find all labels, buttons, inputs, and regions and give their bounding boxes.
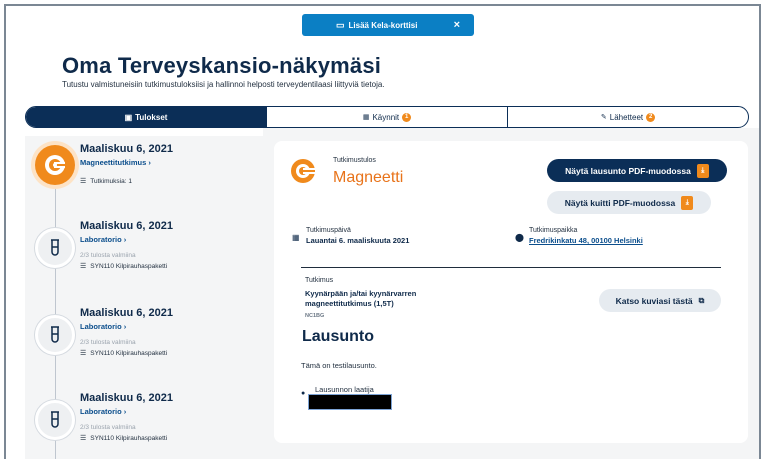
list-icon: ☰ [80, 263, 87, 270]
tab-results[interactable]: ▣ Tulokset [26, 107, 266, 127]
timeline-status: 2/3 tulosta valmiina [80, 339, 136, 346]
images-icon: ⧉ [698, 295, 705, 305]
banner-label: Lisää Kela-korttisi [348, 20, 418, 30]
timeline-detail: ☰ SYN110 Kilpirauhaspaketti [80, 349, 168, 358]
timeline-type-link[interactable]: Magneettitutkimus › [80, 158, 151, 167]
kela-card-banner[interactable]: ▭ Lisää Kela-korttisi × [302, 14, 474, 36]
timeline-status: 2/3 tulosta valmiina [80, 252, 136, 259]
tab-visits[interactable]: ▦ Käynnit 1 [266, 107, 507, 127]
pdf-icon: ⤓ [696, 163, 709, 178]
timeline-detail-text: SYN110 Kilpirauhaspaketti [90, 262, 168, 270]
tab-referrals[interactable]: ✎ Lähetteet 2 [507, 107, 748, 127]
timeline-date: Maaliskuu 6, 2021 [80, 307, 173, 319]
study-code: NC1BG [305, 313, 325, 319]
info-label: Tutkimuspäivä [306, 227, 351, 234]
timeline-date: Maaliskuu 6, 2021 [80, 220, 173, 232]
calendar-icon: ▦ [292, 233, 300, 242]
result-label: Tutkimustulos [333, 157, 376, 164]
timeline-type-link[interactable]: Laboratorio › [80, 407, 126, 416]
list-icon: ☰ [80, 435, 87, 442]
button-label: Katso kuviasi tästä [615, 295, 693, 306]
pdf-icon: ⤓ [681, 195, 694, 210]
timeline-status: 2/3 tulosta valmiina [80, 424, 136, 431]
info-value: Lauantai 6. maaliskuuta 2021 [306, 236, 410, 245]
view-images-button[interactable]: Katso kuviasi tästä ⧉ [599, 289, 721, 312]
divider [301, 267, 721, 268]
study-label: Tutkimus [305, 277, 334, 284]
timeline-type-link[interactable]: Laboratorio › [80, 235, 126, 244]
calendar-icon: ▦ [362, 114, 370, 121]
show-receipt-pdf-button[interactable]: Näytä kuitti PDF-muodossa ⤓ [547, 191, 711, 214]
results-icon: ▣ [124, 112, 133, 122]
statement-text: Tämä on testilausunto. [301, 361, 377, 370]
page-title: Oma Terveyskansio-näkymäsi [62, 53, 382, 78]
count-badge: 2 [646, 112, 656, 122]
timeline-type-link[interactable]: Laboratorio › [80, 322, 126, 331]
result-detail-card: Tutkimustulos Magneetti Näytä lausunto P… [274, 141, 748, 443]
tab-label: Lähetteet [609, 112, 644, 122]
author-label: Lausunnon laatija [315, 385, 374, 394]
button-label: Näytä kuitti PDF-muodossa [564, 197, 676, 208]
page-subtitle: Tutustu valmistuneisiin tutkimustuloksii… [62, 80, 385, 89]
close-icon[interactable]: × [454, 19, 460, 31]
test-tube-icon [35, 315, 75, 355]
timeline-detail: ☰ SYN110 Kilpirauhaspaketti [80, 434, 168, 443]
user-icon: ● [301, 390, 306, 397]
timeline-date: Maaliskuu 6, 2021 [80, 392, 173, 404]
study-name: Kyynärpään ja/tai kyynärvarren magneetti… [305, 289, 417, 308]
id-card-icon: ▭ [336, 19, 345, 30]
info-label: Tutkimuspaikka [529, 227, 578, 234]
list-icon: ☰ [80, 350, 87, 357]
timeline-detail: ☰ SYN110 Kilpirauhaspaketti [80, 262, 168, 271]
show-statement-pdf-button[interactable]: Näytä lausunto PDF-muodossa ⤓ [547, 159, 727, 182]
redacted-author-name [308, 394, 392, 410]
tab-bar: ▣ Tulokset ▦ Käynnit 1 ✎ Lähetteet 2 [25, 106, 749, 128]
test-tube-icon [35, 228, 75, 268]
address-link[interactable]: Fredrikinkatu 48, 00100 Helsinki [529, 236, 643, 245]
timeline-detail-text: SYN110 Kilpirauhaspaketti [90, 434, 168, 442]
tab-label: Käynnit [372, 112, 400, 122]
location-pin-icon: ⬤ [515, 233, 524, 242]
timeline-detail-text: SYN110 Kilpirauhaspaketti [90, 349, 168, 357]
list-icon: ☰ [80, 178, 87, 185]
timeline-detail: ☰ Tutkimuksia: 1 [80, 177, 132, 186]
magnet-icon [35, 145, 75, 185]
tab-label: Tulokset [135, 112, 168, 122]
result-name: Magneetti [333, 169, 404, 186]
test-tube-icon [35, 400, 75, 440]
referral-icon: ✎ [600, 114, 607, 121]
button-label: Näytä lausunto PDF-muodossa [565, 165, 691, 176]
count-badge: 1 [402, 112, 412, 122]
timeline-date: Maaliskuu 6, 2021 [80, 143, 173, 155]
timeline-detail-text: Tutkimuksia: 1 [90, 177, 132, 185]
magnet-icon [290, 158, 316, 184]
statement-title: Lausunto [302, 328, 374, 345]
